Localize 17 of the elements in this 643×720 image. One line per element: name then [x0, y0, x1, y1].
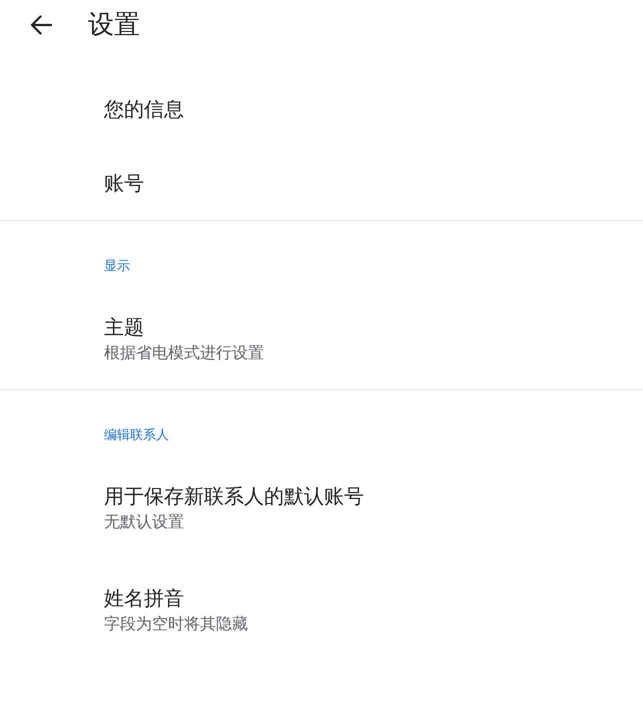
item-title: 您的信息 — [104, 96, 184, 123]
page-title: 设置 — [88, 9, 140, 42]
settings-item[interactable]: 姓名拼音 字段为空时将其隐藏 — [0, 558, 643, 660]
settings-item[interactable]: 用于保存新联系人的默认账号 无默认设置 — [0, 456, 643, 558]
section-heading: 显示 — [104, 258, 130, 276]
item-title: 用于保存新联系人的默认账号 — [104, 483, 364, 510]
back-icon[interactable] — [30, 15, 52, 35]
item-title: 账号 — [104, 170, 144, 197]
settings-item[interactable]: 主题 根据省电模式进行设置 — [0, 287, 643, 389]
settings-item[interactable]: 您的信息 — [0, 72, 643, 146]
item-title: 主题 — [104, 314, 144, 341]
section-heading: 编辑联系人 — [104, 427, 169, 445]
item-subtitle: 根据省电模式进行设置 — [104, 342, 264, 364]
item-subtitle: 无默认设置 — [104, 511, 184, 533]
settings-item[interactable]: 账号 — [0, 146, 643, 220]
item-subtitle: 字段为空时将其隐藏 — [104, 613, 248, 635]
item-title: 姓名拼音 — [104, 585, 184, 612]
